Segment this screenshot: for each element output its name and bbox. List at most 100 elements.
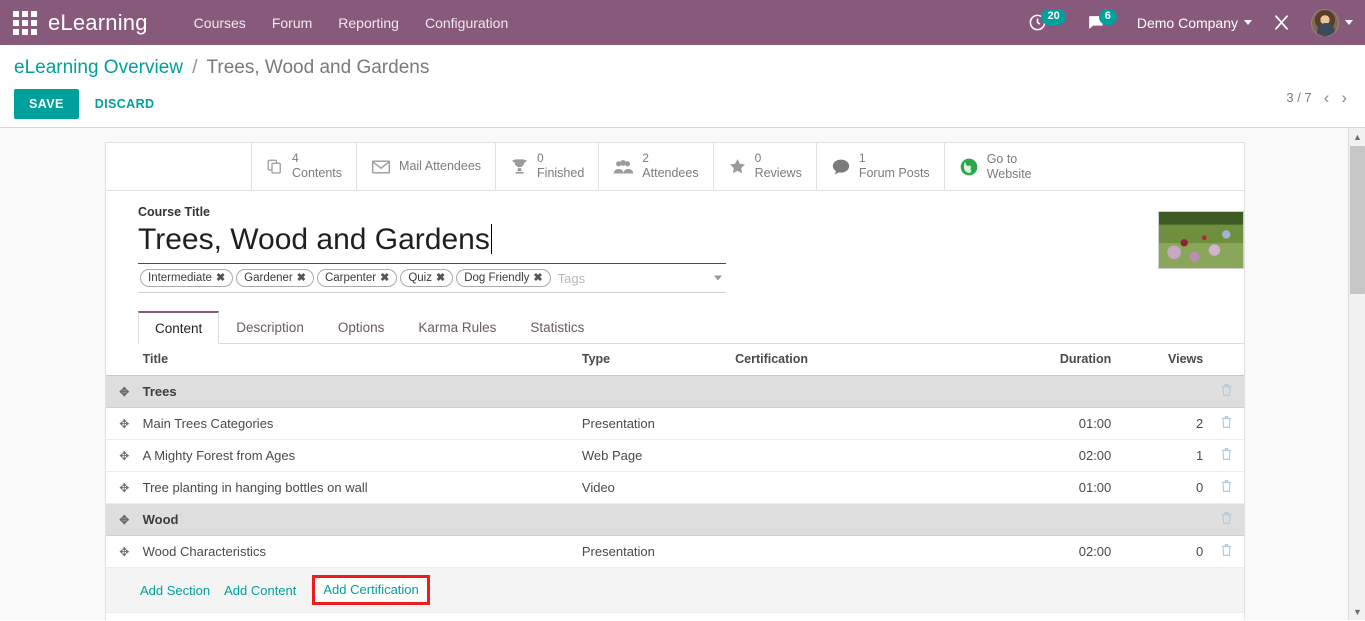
menu-item-reporting[interactable]: Reporting bbox=[338, 15, 399, 31]
content-certification[interactable] bbox=[729, 407, 975, 440]
scroll-down-arrow-icon[interactable]: ▼ bbox=[1349, 603, 1365, 620]
drag-handle-icon[interactable]: ✥ bbox=[119, 449, 129, 463]
drag-handle-icon[interactable]: ✥ bbox=[119, 545, 129, 559]
section-certification bbox=[729, 375, 975, 408]
tag-dog-friendly[interactable]: Dog Friendly ✖ bbox=[456, 269, 551, 287]
stat-button-contents[interactable]: 4 Contents bbox=[252, 143, 358, 190]
stat-value-reviews: 0 bbox=[754, 151, 762, 166]
content-certification[interactable] bbox=[729, 471, 975, 504]
add-section-link[interactable]: Add Section bbox=[140, 581, 224, 600]
table-body: ✥ Trees ✥ Main Trees Categories Presenta… bbox=[106, 375, 1244, 613]
stat-label-finished: Finished bbox=[537, 166, 585, 181]
app-brand-elearning[interactable]: eLearning bbox=[48, 10, 148, 36]
menu-item-configuration[interactable]: Configuration bbox=[425, 15, 508, 31]
delete-row-icon[interactable] bbox=[1220, 543, 1233, 560]
tab-description[interactable]: Description bbox=[219, 311, 321, 344]
stat-label-go-to-website-line1: Go to bbox=[986, 152, 1018, 167]
vertical-scrollbar[interactable]: ▲ ▼ bbox=[1348, 128, 1365, 620]
delete-row-icon[interactable] bbox=[1220, 511, 1233, 528]
tag-remove-icon[interactable]: ✖ bbox=[297, 271, 306, 284]
chevron-down-icon[interactable] bbox=[714, 275, 722, 281]
content-duration[interactable]: 02:00 bbox=[974, 535, 1118, 568]
drag-handle-icon[interactable]: ✥ bbox=[119, 481, 129, 495]
add-certification-link[interactable]: Add Certification bbox=[312, 575, 430, 605]
stat-button-forum-posts[interactable]: 1 Forum Posts bbox=[817, 143, 945, 190]
tag-quiz[interactable]: Quiz ✖ bbox=[400, 269, 454, 287]
debug-tools-button[interactable] bbox=[1272, 13, 1291, 32]
drag-handle-icon[interactable]: ✥ bbox=[119, 385, 129, 399]
tag-remove-icon[interactable]: ✖ bbox=[380, 271, 389, 284]
tab-content[interactable]: Content bbox=[138, 311, 220, 344]
tags-field[interactable]: Intermediate ✖ Gardener ✖ Carpenter ✖ Qu… bbox=[138, 264, 726, 293]
drag-handle-icon[interactable]: ✥ bbox=[119, 513, 129, 527]
pager-count[interactable]: 3 / 7 bbox=[1286, 90, 1311, 105]
save-button[interactable]: SAVE bbox=[14, 89, 79, 119]
delete-row-icon[interactable] bbox=[1220, 479, 1233, 496]
content-certification[interactable] bbox=[729, 535, 975, 568]
content-duration[interactable]: 02:00 bbox=[974, 439, 1118, 472]
content-type[interactable]: Presentation bbox=[575, 407, 730, 440]
course-cover-image[interactable] bbox=[1158, 211, 1244, 269]
delete-row-icon[interactable] bbox=[1220, 383, 1233, 400]
course-title-input[interactable]: Trees, Wood and Gardens bbox=[138, 223, 726, 264]
add-content-link[interactable]: Add Content bbox=[224, 581, 310, 600]
content-title[interactable]: Tree planting in hanging bottles on wall bbox=[136, 471, 576, 504]
content-type[interactable]: Web Page bbox=[575, 439, 730, 472]
scroll-up-arrow-icon[interactable]: ▲ bbox=[1349, 128, 1365, 145]
breadcrumb: eLearning Overview / Trees, Wood and Gar… bbox=[14, 55, 1347, 81]
tag-remove-icon[interactable]: ✖ bbox=[436, 271, 445, 284]
discard-button[interactable]: DISCARD bbox=[87, 90, 163, 118]
section-type bbox=[575, 375, 730, 408]
tag-remove-icon[interactable]: ✖ bbox=[216, 271, 225, 284]
delete-row-icon[interactable] bbox=[1220, 415, 1233, 432]
content-title[interactable]: Wood Characteristics bbox=[136, 535, 576, 568]
tag-intermediate[interactable]: Intermediate ✖ bbox=[140, 269, 234, 287]
tag-gardener[interactable]: Gardener ✖ bbox=[236, 269, 314, 287]
course-title-label: Course Title bbox=[138, 205, 211, 219]
menu-item-courses[interactable]: Courses bbox=[194, 15, 246, 31]
pager-previous-button[interactable]: ‹ bbox=[1324, 89, 1330, 106]
stat-button-attendees[interactable]: 2 Attendees bbox=[599, 143, 714, 190]
content-type[interactable]: Video bbox=[575, 471, 730, 504]
breadcrumb-item-current: Trees, Wood and Gardens bbox=[206, 57, 430, 78]
tab-options[interactable]: Options bbox=[321, 311, 402, 344]
column-certification: Certification bbox=[729, 344, 975, 376]
table-row[interactable]: ✥ Tree planting in hanging bottles on wa… bbox=[106, 471, 1244, 504]
text-cursor bbox=[490, 224, 492, 254]
stat-label-contents: Contents bbox=[292, 166, 343, 181]
menu-item-forum[interactable]: Forum bbox=[272, 15, 312, 31]
content-title[interactable]: A Mighty Forest from Ages bbox=[136, 439, 576, 472]
table-row[interactable]: ✥ A Mighty Forest from Ages Web Page 02:… bbox=[106, 439, 1244, 472]
table-add-row: Add Section Add Content Add Certificatio… bbox=[106, 567, 1244, 613]
tab-statistics[interactable]: Statistics bbox=[513, 311, 601, 344]
apps-grid-icon[interactable] bbox=[8, 6, 42, 40]
pager-next-button[interactable]: › bbox=[1341, 89, 1347, 106]
stat-button-reviews[interactable]: 0 Reviews bbox=[714, 143, 817, 190]
content-title[interactable]: Main Trees Categories bbox=[136, 407, 576, 440]
breadcrumb-item-overview[interactable]: eLearning Overview bbox=[14, 57, 183, 78]
stat-button-mail-attendees[interactable]: Mail Attendees bbox=[357, 143, 497, 190]
column-duration: Duration bbox=[974, 344, 1118, 376]
scrollbar-thumb[interactable] bbox=[1350, 146, 1365, 294]
content-duration[interactable]: 01:00 bbox=[974, 407, 1118, 440]
drag-handle-icon[interactable]: ✥ bbox=[119, 417, 129, 431]
content-type[interactable]: Presentation bbox=[575, 535, 730, 568]
stat-button-finished[interactable]: 0 Finished bbox=[496, 143, 600, 190]
messaging-menu[interactable]: 6 bbox=[1086, 8, 1117, 32]
tag-carpenter[interactable]: Carpenter ✖ bbox=[316, 269, 398, 287]
company-switcher[interactable]: Demo Company bbox=[1137, 15, 1252, 31]
content-certification[interactable] bbox=[729, 439, 975, 472]
stat-button-go-to-website[interactable]: Go to Website bbox=[945, 143, 1046, 190]
tag-remove-icon[interactable]: ✖ bbox=[533, 271, 542, 284]
tag-label: Dog Friendly bbox=[464, 271, 530, 284]
form-action-buttons: SAVE DISCARD bbox=[14, 89, 1347, 119]
table-row[interactable]: ✥ Wood Characteristics Presentation 02:0… bbox=[106, 535, 1244, 568]
activities-menu[interactable]: 20 bbox=[1028, 8, 1066, 32]
tab-karma-rules[interactable]: Karma Rules bbox=[401, 311, 513, 344]
user-menu[interactable] bbox=[1311, 8, 1353, 37]
table-row-section-trees[interactable]: ✥ Trees bbox=[106, 375, 1244, 408]
delete-row-icon[interactable] bbox=[1220, 447, 1233, 464]
table-row-section-wood[interactable]: ✥ Wood bbox=[106, 503, 1244, 536]
content-duration[interactable]: 01:00 bbox=[974, 471, 1118, 504]
table-row[interactable]: ✥ Main Trees Categories Presentation 01:… bbox=[106, 407, 1244, 440]
